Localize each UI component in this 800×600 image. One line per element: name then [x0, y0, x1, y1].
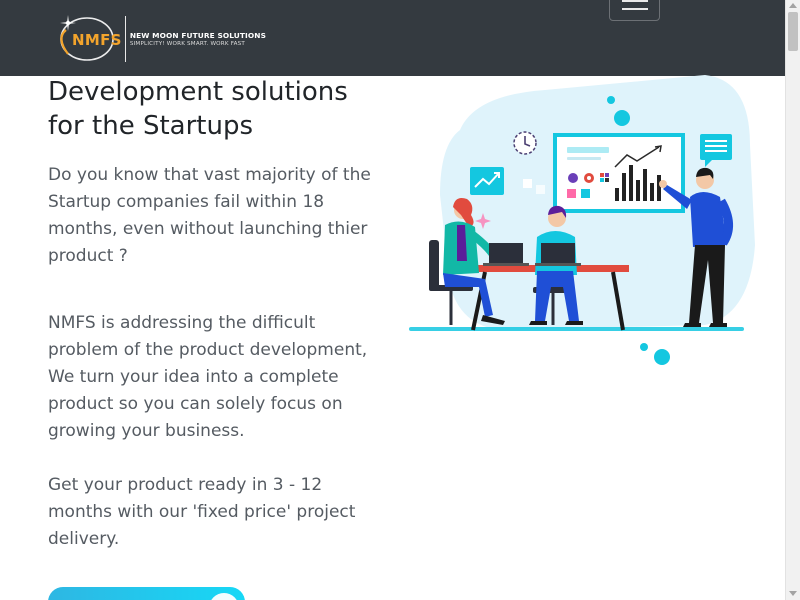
floor-line [409, 327, 744, 331]
decor-square [523, 179, 532, 188]
team-working-on-laptops-illustration [409, 75, 755, 365]
trend-card-icon [470, 167, 504, 195]
logo-text: NEW MOON FUTURE SOLUTIONS SIMPLICITY! WO… [130, 31, 266, 47]
floating-dot [640, 343, 648, 351]
vertical-scrollbar[interactable] [785, 0, 800, 600]
scrollbar-thumb[interactable] [788, 12, 798, 51]
floating-dot [607, 96, 615, 104]
hero-paragraph-nmfs-mission: NMFS is addressing the difficult problem… [48, 313, 368, 441]
hamburger-icon-line [622, 8, 648, 10]
cta-button[interactable] [48, 587, 245, 600]
scroll-down-arrow-icon[interactable] [789, 591, 797, 596]
navbar-toggle-button[interactable] [609, 0, 660, 21]
company-name: NEW MOON FUTURE SOLUTIONS [129, 31, 266, 40]
hero-paragraph-startup-failure: Do you know that vast majority of the St… [48, 165, 371, 266]
floating-dot [614, 110, 630, 126]
hero-paragraph-fixed-price: Get your product ready in 3 - 12 months … [48, 475, 356, 549]
chart-icon [568, 173, 578, 183]
decor-square [536, 185, 545, 194]
brand-logo-link[interactable]: NMFS NEW MOON FUTURE SOLUTIONS SIMPLICIT… [46, 12, 266, 66]
laptop [541, 243, 575, 265]
logo-mark-text: NMFS [72, 31, 122, 49]
company-tagline: SIMPLICITY! WORK SMART. WORK FAST [129, 41, 246, 47]
laptop [489, 243, 523, 265]
navbar: NMFS NEW MOON FUTURE SOLUTIONS SIMPLICIT… [0, 0, 785, 76]
cta-arrow-icon [209, 593, 239, 600]
scroll-up-arrow-icon[interactable] [789, 3, 797, 8]
hero-title: Development solutions for the Startups [48, 77, 348, 141]
floating-dot [654, 349, 670, 365]
hamburger-icon [622, 0, 648, 2]
logo-mark: NMFS [46, 12, 125, 66]
